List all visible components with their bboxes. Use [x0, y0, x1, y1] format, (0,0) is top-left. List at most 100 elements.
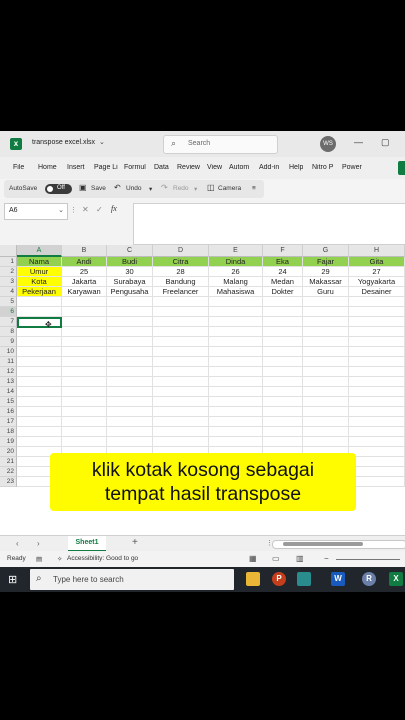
cell[interactable]	[17, 377, 62, 387]
tab-power[interactable]: Power	[342, 164, 362, 171]
cell[interactable]	[62, 427, 107, 437]
cell[interactable]	[153, 347, 209, 357]
tab-review[interactable]: Review	[177, 164, 200, 171]
cell[interactable]	[62, 307, 107, 317]
cell[interactable]: 27	[349, 267, 405, 277]
cell[interactable]	[303, 367, 349, 377]
cell[interactable]	[303, 297, 349, 307]
cell[interactable]	[62, 437, 107, 447]
row-header[interactable]: 9	[0, 337, 17, 347]
column-header[interactable]: F	[263, 245, 303, 257]
row-header[interactable]: 15	[0, 397, 17, 407]
cell[interactable]	[263, 307, 303, 317]
cell[interactable]	[209, 377, 263, 387]
cell[interactable]	[107, 297, 153, 307]
sheet-tab-sheet1[interactable]: Sheet1	[68, 536, 106, 552]
cell[interactable]	[17, 387, 62, 397]
cell[interactable]	[303, 337, 349, 347]
cell[interactable]	[263, 317, 303, 327]
row-header[interactable]: 8	[0, 327, 17, 337]
cell[interactable]: Yogyakarta	[349, 277, 405, 287]
cell[interactable]: 29	[303, 267, 349, 277]
cell[interactable]	[107, 417, 153, 427]
cell[interactable]	[153, 337, 209, 347]
tab-help[interactable]: Help	[289, 164, 303, 171]
file-name[interactable]: transpose excel.xlsx	[32, 139, 95, 146]
cell[interactable]	[17, 437, 62, 447]
cell[interactable]	[349, 417, 405, 427]
row-header[interactable]: 3	[0, 277, 17, 287]
tab-formulas[interactable]: Formul	[124, 164, 146, 171]
redo-button[interactable]: Redo	[173, 185, 189, 192]
cell[interactable]	[153, 377, 209, 387]
cell[interactable]	[263, 357, 303, 367]
cell[interactable]	[209, 387, 263, 397]
chevron-down-icon[interactable]: ⌄	[99, 138, 105, 146]
active-cell-a6[interactable]	[17, 317, 62, 328]
next-sheet-icon[interactable]: ›	[37, 539, 40, 548]
cell[interactable]	[153, 297, 209, 307]
cell[interactable]	[263, 337, 303, 347]
row-header[interactable]: 1	[0, 257, 17, 267]
cell[interactable]	[303, 347, 349, 357]
column-header[interactable]: G	[303, 245, 349, 257]
cell[interactable]	[17, 337, 62, 347]
cell[interactable]	[303, 387, 349, 397]
cell[interactable]	[107, 377, 153, 387]
cell[interactable]	[17, 327, 62, 337]
accessibility-status[interactable]: Accessibility: Good to go	[67, 555, 138, 562]
cell[interactable]	[349, 367, 405, 377]
cell[interactable]: Budi	[107, 257, 153, 267]
row-header[interactable]: 11	[0, 357, 17, 367]
cell[interactable]: Bandung	[153, 277, 209, 287]
cell[interactable]	[17, 367, 62, 377]
cell[interactable]	[263, 397, 303, 407]
cell[interactable]	[303, 427, 349, 437]
cell[interactable]: Nama	[17, 257, 62, 267]
zoom-slider[interactable]	[336, 559, 400, 560]
cell[interactable]: Kota	[17, 277, 62, 287]
cell[interactable]	[263, 367, 303, 377]
undo-button[interactable]: Undo	[126, 185, 142, 192]
cell[interactable]	[209, 307, 263, 317]
word-icon[interactable]: W	[331, 572, 345, 586]
cell[interactable]	[17, 357, 62, 367]
prev-sheet-icon[interactable]: ‹	[16, 539, 19, 548]
cell[interactable]	[209, 427, 263, 437]
column-header[interactable]: B	[62, 245, 107, 257]
row-header[interactable]: 19	[0, 437, 17, 447]
cell[interactable]	[62, 367, 107, 377]
cell[interactable]	[62, 417, 107, 427]
row-header[interactable]: 2	[0, 267, 17, 277]
customize-toolbar-icon[interactable]: ≡	[252, 185, 256, 192]
column-header[interactable]: D	[153, 245, 209, 257]
name-box[interactable]: A6 ⌄	[4, 203, 68, 220]
row-header[interactable]: 23	[0, 477, 17, 487]
cell[interactable]: Karyawan	[62, 287, 107, 297]
cell[interactable]: Fajar	[303, 257, 349, 267]
cell[interactable]	[17, 347, 62, 357]
cell[interactable]: Umur	[17, 267, 62, 277]
cell[interactable]	[62, 297, 107, 307]
cell[interactable]: Malang	[209, 277, 263, 287]
cell[interactable]	[153, 357, 209, 367]
cell[interactable]	[349, 307, 405, 317]
row-header[interactable]: 17	[0, 417, 17, 427]
cell[interactable]	[153, 387, 209, 397]
cell[interactable]	[349, 337, 405, 347]
share-button[interactable]	[398, 161, 405, 175]
redo-dropdown-icon[interactable]: ▾	[194, 185, 197, 193]
cell[interactable]	[209, 367, 263, 377]
select-all-corner[interactable]	[0, 245, 17, 257]
app-icon[interactable]	[297, 572, 311, 586]
autosave-toggle[interactable]: Off	[45, 184, 72, 194]
row-header[interactable]: 18	[0, 427, 17, 437]
cell[interactable]	[209, 347, 263, 357]
cell[interactable]: Gita	[349, 257, 405, 267]
cell[interactable]	[263, 297, 303, 307]
cell[interactable]	[107, 307, 153, 317]
cell[interactable]: Surabaya	[107, 277, 153, 287]
cell[interactable]	[107, 367, 153, 377]
cell[interactable]	[153, 407, 209, 417]
tab-automate[interactable]: Autom	[229, 164, 249, 171]
